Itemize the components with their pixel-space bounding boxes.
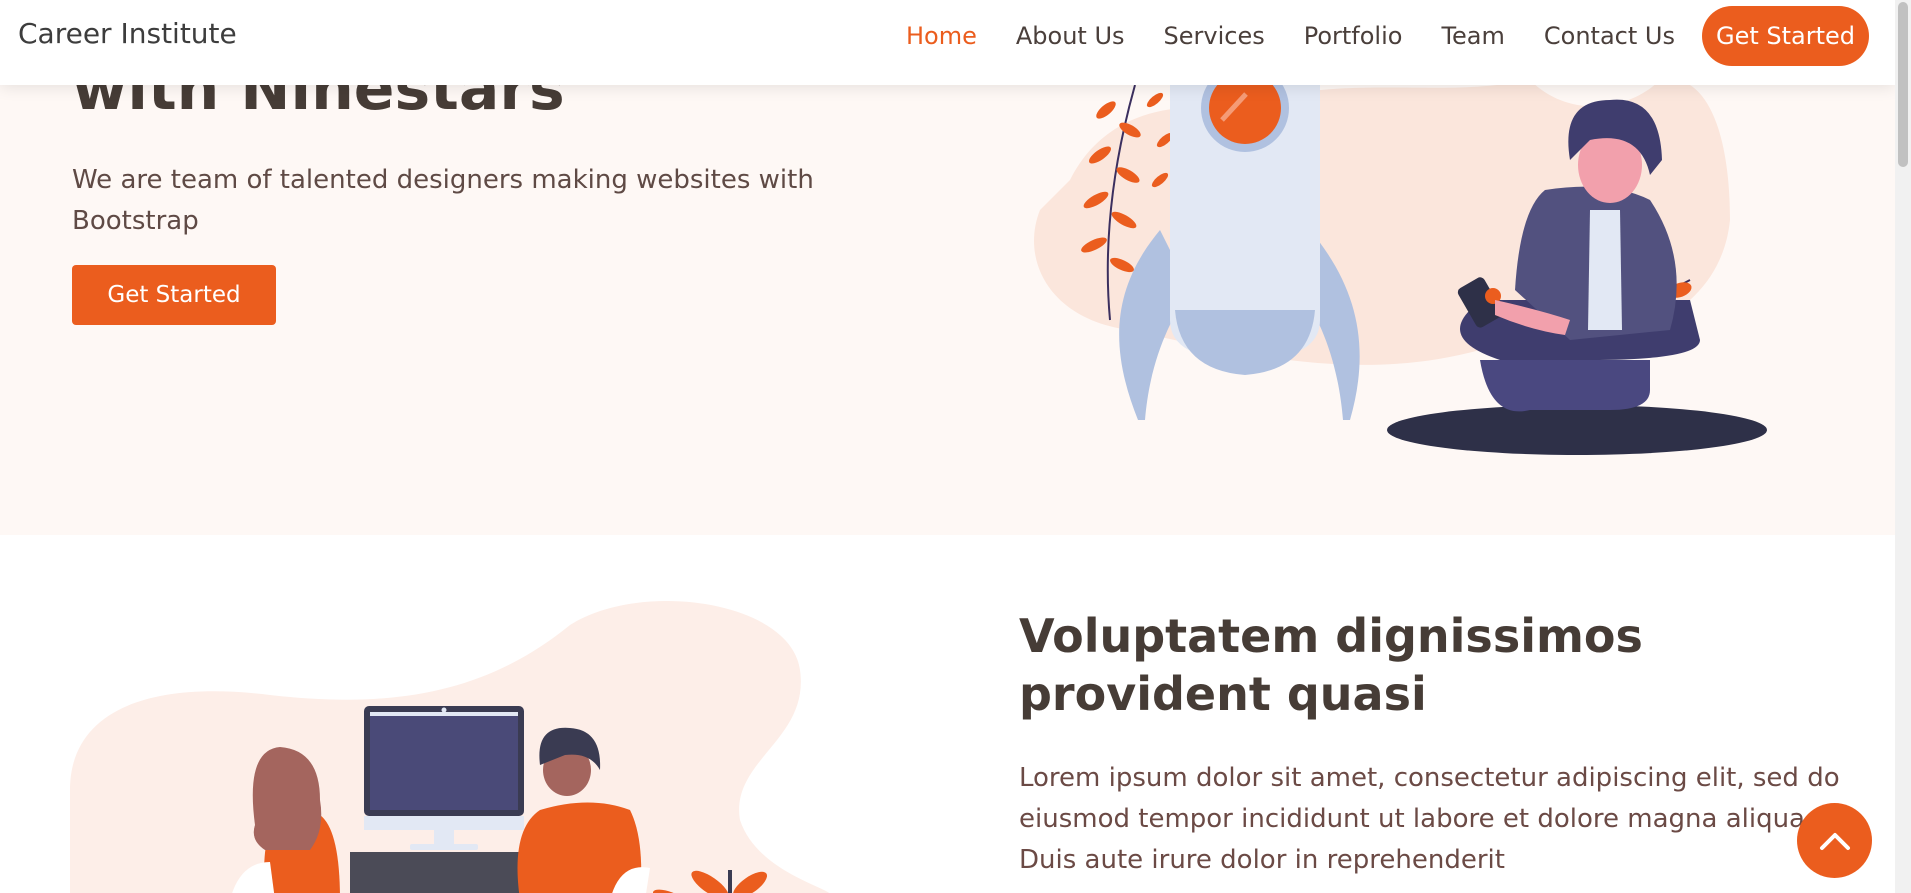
back-to-top-button[interactable] bbox=[1797, 803, 1872, 878]
site-header: Career Institute Home About Us Services … bbox=[0, 0, 1895, 85]
main-nav: Home About Us Services Portfolio Team Co… bbox=[906, 6, 1869, 66]
nav-services[interactable]: Services bbox=[1164, 22, 1265, 50]
scrollbar-thumb[interactable] bbox=[1898, 2, 1908, 167]
nav-about-us[interactable]: About Us bbox=[1016, 22, 1125, 50]
nav-team[interactable]: Team bbox=[1441, 22, 1504, 50]
chevron-up-icon bbox=[1819, 832, 1850, 850]
about-illustration bbox=[70, 601, 830, 893]
hero-illustration bbox=[1034, 60, 1767, 455]
page-scrollbar[interactable] bbox=[1895, 0, 1911, 893]
hero-subtitle: We are team of talented designers making… bbox=[72, 165, 814, 236]
nav-portfolio[interactable]: Portfolio bbox=[1304, 22, 1403, 50]
header-get-started-button[interactable]: Get Started bbox=[1701, 6, 1869, 66]
about-title: Voluptatem dignissimos provident quasi bbox=[1019, 609, 1643, 721]
about-text: Lorem ipsum dolor sit amet, consectetur … bbox=[1019, 763, 1840, 875]
hero-get-started-button[interactable]: Get Started bbox=[72, 265, 276, 325]
nav-contact-us[interactable]: Contact Us bbox=[1544, 22, 1675, 50]
monitor-illustration bbox=[350, 706, 540, 893]
nav-home[interactable]: Home bbox=[906, 22, 977, 50]
site-logo[interactable]: Career Institute bbox=[18, 17, 237, 50]
